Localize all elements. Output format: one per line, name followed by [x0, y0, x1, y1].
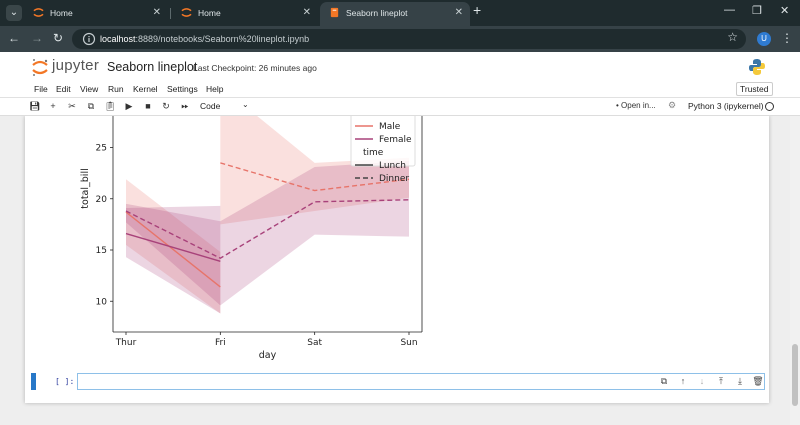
delete-cell-icon[interactable]: 🗑︎ [752, 376, 764, 387]
reload-icon[interactable]: ↻ [53, 31, 63, 45]
window-close-icon[interactable]: ✕ [780, 4, 789, 17]
copy-icon[interactable]: ⧉ [85, 101, 97, 112]
bookmark-star-icon[interactable]: ☆ [727, 30, 738, 44]
back-arrow-icon[interactable]: ← [8, 31, 20, 45]
jupyter-wordmark: jupyter [52, 57, 100, 74]
y-axis-title: total_bill [80, 168, 91, 208]
last-checkpoint: Last Checkpoint: 26 minutes ago [193, 63, 317, 73]
insert-above-icon[interactable]: ⤒ [715, 376, 727, 387]
y-tick-label: 25 [96, 144, 107, 154]
y-tick-label: 15 [96, 246, 107, 256]
insert-cell-icon[interactable]: + [47, 101, 59, 111]
restore-icon[interactable]: ❐ [752, 4, 762, 17]
tab-title: Seaborn lineplot [346, 8, 408, 18]
new-tab-button[interactable]: + [473, 2, 481, 18]
browser-tab-home-1[interactable]: Home ✕ [24, 2, 168, 26]
url-host: localhost [100, 34, 136, 44]
forward-arrow-icon[interactable]: → [31, 31, 43, 45]
close-tab-icon[interactable]: ✕ [153, 2, 161, 24]
x-axis-title: day [259, 350, 277, 361]
save-icon[interactable]: 💾︎ [29, 101, 41, 112]
legend-style-title: time [363, 148, 384, 158]
active-cell-marker [31, 373, 36, 390]
x-tick-label: Sun [400, 338, 417, 348]
trusted-indicator[interactable]: Trusted [736, 82, 773, 96]
browser-tab-strip: ⌄ Home ✕ Home ✕ Seaborn lineplot ✕ + — ❐… [0, 0, 800, 26]
scrollbar-thumb[interactable] [792, 344, 798, 406]
tab-title: Home [50, 8, 73, 18]
paste-icon[interactable]: 📋︎ [104, 101, 116, 112]
move-up-icon[interactable]: ↑ [677, 376, 689, 386]
menu-settings[interactable]: Settings [167, 84, 198, 94]
cut-icon[interactable]: ✂ [66, 101, 78, 112]
menu-view[interactable]: View [80, 84, 98, 94]
url-path: :8889/notebooks/Seaborn%20lineplot.ipynb [135, 34, 310, 44]
restart-icon[interactable]: ↻ [160, 101, 172, 112]
python-logo-icon [749, 59, 765, 75]
restart-run-all-icon[interactable]: ⏩︎ [179, 101, 191, 112]
gear-icon[interactable]: ⚙ [668, 100, 676, 111]
browser-toolbar: ← → ↻ localhost:8889/notebooks/Seaborn%2… [0, 26, 800, 52]
legend-label: Lunch [379, 161, 406, 171]
stop-icon[interactable]: ■ [142, 101, 154, 111]
legend-label: Female [379, 135, 412, 145]
cell-type-select[interactable]: Code [200, 101, 220, 111]
notebook-toolbar: 💾︎ + ✂ ⧉ 📋︎ ▶ ■ ↻ ⏩︎ Code ⌄ • Open in...… [0, 98, 800, 116]
browser-menu-icon[interactable]: ⋮ [781, 31, 793, 45]
tab-search-button[interactable]: ⌄ [6, 5, 22, 21]
menu-file[interactable]: File [34, 84, 48, 94]
cell-prompt: [ ]: [55, 377, 75, 386]
menu-help[interactable]: Help [206, 84, 223, 94]
notebook-page: 1015202530ThurFriSatSundaytotal_billMale… [25, 116, 769, 403]
tab-divider [170, 8, 171, 19]
code-cell-input[interactable]: ⧉ ↑ ↓ ⤒ ⤓ 🗑︎ [77, 373, 765, 390]
chevron-down-icon[interactable]: ⌄ [242, 100, 249, 109]
y-tick-label: 20 [96, 195, 108, 205]
close-tab-icon[interactable]: ✕ [303, 2, 311, 24]
kernel-status-icon [765, 102, 774, 111]
notebook-favicon-icon [330, 7, 339, 18]
open-in-label: Open in... [621, 101, 656, 110]
legend-label: Male [379, 122, 401, 132]
profile-avatar[interactable]: U [757, 32, 771, 46]
move-down-icon[interactable]: ↓ [696, 376, 708, 386]
duplicate-cell-icon[interactable]: ⧉ [658, 376, 670, 387]
y-tick-label: 10 [96, 297, 108, 307]
minimize-icon[interactable]: — [724, 4, 735, 16]
jupyter-header: jupyter Seaborn lineplot Last Checkpoint… [0, 52, 800, 80]
menu-bar: File Edit View Run Kernel Settings Help … [0, 80, 800, 98]
url-text: localhost:8889/notebooks/Seaborn%20linep… [100, 32, 309, 46]
notebook-title[interactable]: Seaborn lineplot [107, 60, 197, 74]
legend-label: Dinner [379, 174, 409, 184]
jupyter-favicon-icon [33, 8, 44, 17]
address-bar[interactable]: localhost:8889/notebooks/Seaborn%20linep… [72, 29, 746, 49]
open-in-button[interactable]: • Open in... [616, 101, 656, 110]
browser-tab-home-2[interactable]: Home ✕ [172, 2, 318, 26]
run-icon[interactable]: ▶ [123, 101, 135, 112]
jupyter-favicon-icon [181, 8, 192, 17]
menu-kernel[interactable]: Kernel [133, 84, 158, 94]
insert-below-icon[interactable]: ⤓ [734, 376, 746, 387]
site-info-icon[interactable] [82, 32, 96, 46]
notebook-area: 1015202530ThurFriSatSundaytotal_billMale… [0, 116, 800, 425]
close-tab-icon[interactable]: ✕ [455, 2, 463, 24]
x-tick-label: Sat [307, 338, 322, 348]
x-tick-label: Thur [115, 338, 137, 348]
jupyter-logo-icon[interactable] [30, 57, 50, 77]
lineplot-chart: 1015202530ThurFriSatSundaytotal_billMale… [80, 116, 423, 361]
menu-run[interactable]: Run [108, 84, 124, 94]
tab-title: Home [198, 8, 221, 18]
x-tick-label: Fri [215, 338, 226, 348]
browser-tab-seaborn-lineplot[interactable]: Seaborn lineplot ✕ [320, 2, 470, 26]
menu-edit[interactable]: Edit [56, 84, 71, 94]
kernel-name[interactable]: Python 3 (ipykernel) [688, 101, 764, 111]
